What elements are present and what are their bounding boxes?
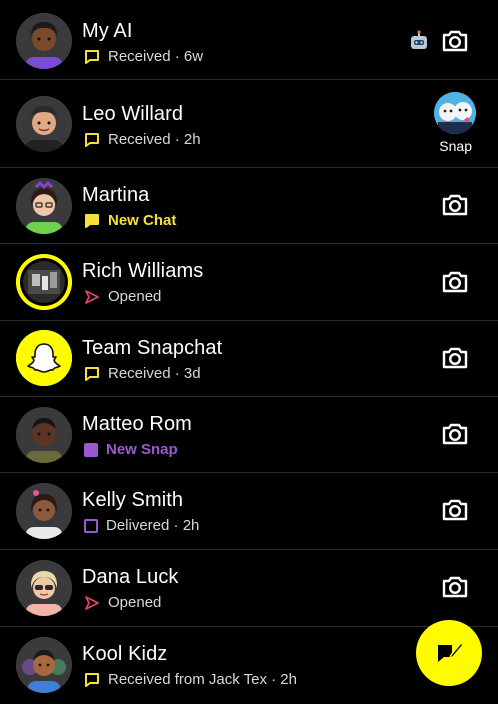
- avatar: [16, 407, 72, 463]
- chat-status: Received · 3d: [84, 365, 201, 382]
- chat-status-text: New Snap: [106, 441, 178, 458]
- chat-name: Dana Luck: [82, 566, 179, 588]
- chat-status-text: Opened: [108, 594, 162, 611]
- avatar: [16, 330, 72, 386]
- chat-received-icon: [85, 49, 99, 64]
- chat-row-kelly-smith[interactable]: Kelly Smith Delivered · 2h: [0, 473, 498, 550]
- chat-name: Kelly Smith: [82, 489, 184, 511]
- chat-status: Received · 6w: [84, 48, 203, 65]
- robot-icon: [411, 30, 427, 49]
- camera-icon[interactable]: [440, 190, 470, 220]
- new-chat-button[interactable]: [416, 620, 482, 686]
- avatar: [16, 13, 72, 69]
- chat-name: My AI: [82, 20, 133, 42]
- chat-status: Received from Jack Tex · 2h: [84, 671, 297, 688]
- chat-row-martina[interactable]: Martina New Chat: [0, 168, 498, 244]
- avatar: [16, 178, 72, 234]
- chat-status: Received · 2h: [84, 131, 201, 148]
- camera-icon[interactable]: [440, 572, 470, 602]
- chat-name: Team Snapchat: [82, 337, 223, 359]
- snap-label: Snap: [439, 138, 472, 154]
- chat-row-matteo-rom[interactable]: Matteo Rom New Snap: [0, 397, 498, 473]
- chat-status-text: Received · 2h: [108, 131, 201, 148]
- opened-arrow-icon: [85, 289, 99, 304]
- avatar: [16, 637, 72, 693]
- chat-name: Martina: [82, 184, 150, 206]
- chat-name: Rich Williams: [82, 260, 204, 282]
- chat-status: New Chat: [84, 212, 176, 229]
- avatar: [16, 254, 72, 310]
- chat-received-icon: [85, 366, 99, 381]
- chat-name: Kool Kidz: [82, 643, 168, 665]
- new-chat-icon: [438, 641, 464, 662]
- chat-status: Delivered · 2h: [84, 517, 199, 534]
- chat-status-text: Received from Jack Tex · 2h: [108, 671, 297, 688]
- avatar: [16, 560, 72, 616]
- chat-received-icon: [85, 132, 99, 147]
- chat-status-text: New Chat: [108, 212, 177, 229]
- camera-icon[interactable]: [440, 26, 470, 56]
- chat-status-text: Received · 6w: [108, 48, 204, 65]
- snap-thumbnail[interactable]: [434, 92, 476, 134]
- chat-status-text: Delivered · 2h: [106, 517, 200, 534]
- chat-status: Opened: [84, 288, 161, 305]
- chat-name: Matteo Rom: [82, 413, 192, 435]
- camera-icon[interactable]: [440, 495, 470, 525]
- avatar: [16, 483, 72, 539]
- opened-arrow-icon: [85, 595, 99, 610]
- avatar: [16, 96, 72, 152]
- chat-row-my-ai[interactable]: My AI Received · 6w: [0, 0, 498, 80]
- camera-icon[interactable]: [440, 343, 470, 373]
- new-snap-status-icon: [84, 442, 98, 457]
- camera-icon[interactable]: [440, 267, 470, 297]
- chat-name: Leo Willard: [82, 103, 184, 125]
- camera-icon[interactable]: [440, 419, 470, 449]
- chat-status: Opened: [84, 594, 161, 611]
- chat-row-rich-williams[interactable]: Rich Williams Opened: [0, 244, 498, 321]
- chat-received-icon: [85, 672, 99, 687]
- new-chat-status-icon: [85, 213, 99, 228]
- chat-row-dana-luck[interactable]: Dana Luck Opened: [0, 550, 498, 627]
- delivered-icon: [84, 518, 98, 533]
- chat-status-text: Received · 3d: [108, 365, 201, 382]
- chat-status-text: Opened: [108, 288, 162, 305]
- chat-row-leo-willard[interactable]: Leo Willard Received · 2h Snap: [0, 80, 498, 168]
- chat-row-team-snapchat[interactable]: Team Snapchat Received · 3d: [0, 321, 498, 397]
- chat-status: New Snap: [84, 441, 178, 458]
